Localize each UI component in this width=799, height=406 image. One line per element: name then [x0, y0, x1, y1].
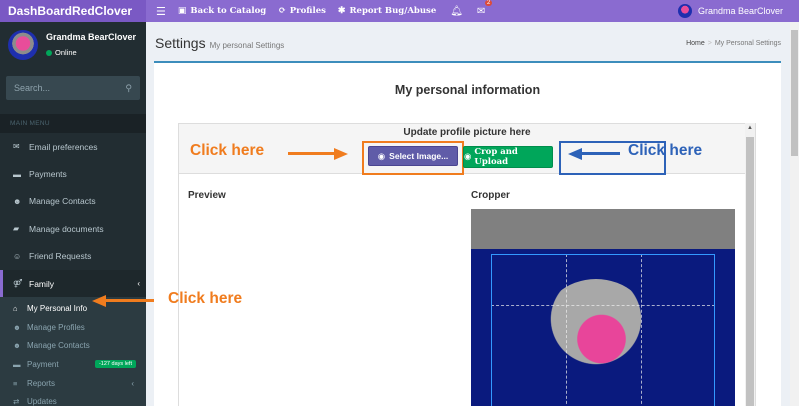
avatar	[677, 4, 692, 18]
list-icon: ≡	[13, 378, 18, 388]
days-left-badge: -127 days left	[94, 360, 136, 369]
scroll-thumb[interactable]	[746, 137, 754, 406]
users-icon: ☻	[13, 322, 21, 332]
top-nav: ☰ ▣ Back to Catalog ⟳ Profiles ✱ Report …	[146, 0, 493, 22]
home-icon: ⌂	[13, 304, 18, 314]
envelope-icon: ✉	[13, 142, 20, 152]
sidebar-subitem-updates[interactable]: ⇄ Updates	[0, 392, 146, 406]
user-name-top: Grandma BearClover	[697, 6, 783, 16]
crop-selection-box[interactable]	[491, 254, 715, 406]
chevron-down-icon: ‹	[137, 279, 140, 289]
annotation-sidebar-click: Click here	[168, 290, 243, 307]
menu-toggle-icon[interactable]: ☰	[156, 5, 166, 18]
sidebar-item-email-preferences[interactable]: ✉ Email preferences	[0, 133, 146, 160]
breadcrumb: Home > My Personal Settings	[686, 40, 781, 47]
user-plus-icon: ☺	[13, 251, 22, 261]
refresh-icon: ⟳	[278, 6, 286, 16]
sidebar-subitem-my-personal-info[interactable]: ⌂ My Personal Info	[0, 299, 146, 318]
preview-label: Preview	[188, 190, 226, 201]
sidebar-item-friend-requests[interactable]: ☺ Friend Requests	[0, 243, 146, 270]
sidebar-subitem-manage-contacts[interactable]: ☻ Manage Contacts	[0, 337, 146, 356]
avatar	[8, 30, 38, 60]
arrow-head-icon	[568, 147, 582, 160]
content-header: Settings My personal Settings Home > My Per…	[146, 22, 799, 64]
arrow-left-icon	[582, 152, 620, 155]
bug-icon: ✱	[337, 6, 346, 16]
user-panel: Grandma BearClover Online	[0, 22, 146, 70]
arrow-head-icon	[334, 147, 348, 160]
sidebar-item-payments[interactable]: ▬ Payments	[0, 160, 146, 187]
main-menu-header: MAIN MENU	[0, 114, 146, 133]
sidebar-item-family[interactable]: ⚤ Family ‹	[0, 269, 146, 298]
online-status-icon	[46, 49, 52, 56]
credit-card-icon: ▬	[13, 169, 21, 179]
panel-scrollbar[interactable]: ▲	[745, 123, 755, 406]
profiles-link[interactable]: ⟳ Profiles	[278, 6, 326, 16]
search-icon[interactable]: ⚲	[125, 83, 132, 94]
top-navbar: DashBoardRedClover ☰ ▣ Back to Catalog ⟳…	[0, 0, 799, 22]
crop-and-upload-button[interactable]: ◉ Crop and Upload	[463, 146, 553, 168]
cropper-label: Cropper	[471, 190, 510, 201]
credit-card-icon: ▬	[13, 359, 21, 369]
back-to-catalog-link[interactable]: ▣ Back to Catalog	[178, 6, 266, 16]
personal-info-box: My personal information Update profile p…	[154, 61, 781, 406]
user-menu[interactable]: Grandma BearClover	[677, 0, 783, 22]
arrow-head-icon	[92, 294, 106, 307]
box-title: My personal information	[394, 83, 541, 97]
sidebar-user-name: Grandma BearClover	[46, 32, 137, 42]
folder-icon: ▰	[13, 224, 20, 234]
breadcrumb-current: My Personal Settings	[714, 40, 781, 47]
chevron-left-icon: ‹	[131, 378, 134, 388]
annotation-right-click: Click here	[628, 142, 703, 159]
sidebar-search-input[interactable]: Search... ⚲	[6, 76, 140, 100]
retweet-icon: ⇄	[13, 397, 20, 406]
arrow-right-icon	[288, 152, 336, 155]
image-cropper[interactable]	[471, 209, 735, 406]
breadcrumb-home[interactable]: Home	[686, 40, 705, 47]
page-subtitle: My personal Settings	[209, 41, 285, 50]
scroll-up-icon[interactable]: ▲	[745, 125, 755, 131]
sidebar-subitem-manage-profiles[interactable]: ☻ Manage Profiles	[0, 318, 146, 337]
upload-title: Update profile picture here	[403, 127, 531, 138]
select-image-button[interactable]: ◉ Select Image...	[368, 146, 458, 166]
page-title: Settings My personal Settings	[155, 35, 285, 51]
upload-panel: Update profile picture here ◉ Select Ima…	[178, 123, 756, 406]
report-bug-link[interactable]: ✱ Report Bug/Abuse	[338, 6, 436, 16]
sidebar-item-manage-contacts[interactable]: ☻ Manage Contacts	[0, 188, 146, 215]
users-icon: ☻	[13, 196, 22, 206]
bell-icon[interactable]: 🔔︎	[450, 6, 463, 17]
sidebar-subitem-payment[interactable]: ▬ Payment -127 days left	[0, 355, 146, 374]
breadcrumb-separator: >	[707, 40, 712, 47]
sidebar: Grandma BearClover Online Search... ⚲ MA…	[0, 22, 146, 406]
notifications-icon[interactable]: ✉ 2	[477, 0, 493, 17]
page-scrollbar[interactable]	[790, 22, 799, 406]
upload-circle-icon: ◉	[464, 152, 472, 162]
annotation-left-click: Click here	[190, 142, 265, 159]
page-scroll-thumb[interactable]	[791, 30, 798, 156]
upload-circle-icon: ◉	[377, 150, 386, 161]
sidebar-subitem-reports[interactable]: ≡ Reports ‹	[0, 374, 146, 393]
family-icon: ⚤	[13, 279, 23, 289]
arrow-left-icon	[106, 299, 154, 302]
user-status: Online	[46, 48, 136, 57]
family-submenu: ⌂ My Personal Info ☻ Manage Profiles ☻ M…	[0, 297, 146, 406]
book-icon: ▣	[177, 6, 187, 16]
brand-logo[interactable]: DashBoardRedClover	[0, 0, 146, 22]
users-icon: ☻	[13, 341, 21, 351]
notification-count-badge: 2	[485, 0, 493, 6]
sidebar-item-manage-documents[interactable]: ▰ Manage documents	[0, 215, 146, 242]
